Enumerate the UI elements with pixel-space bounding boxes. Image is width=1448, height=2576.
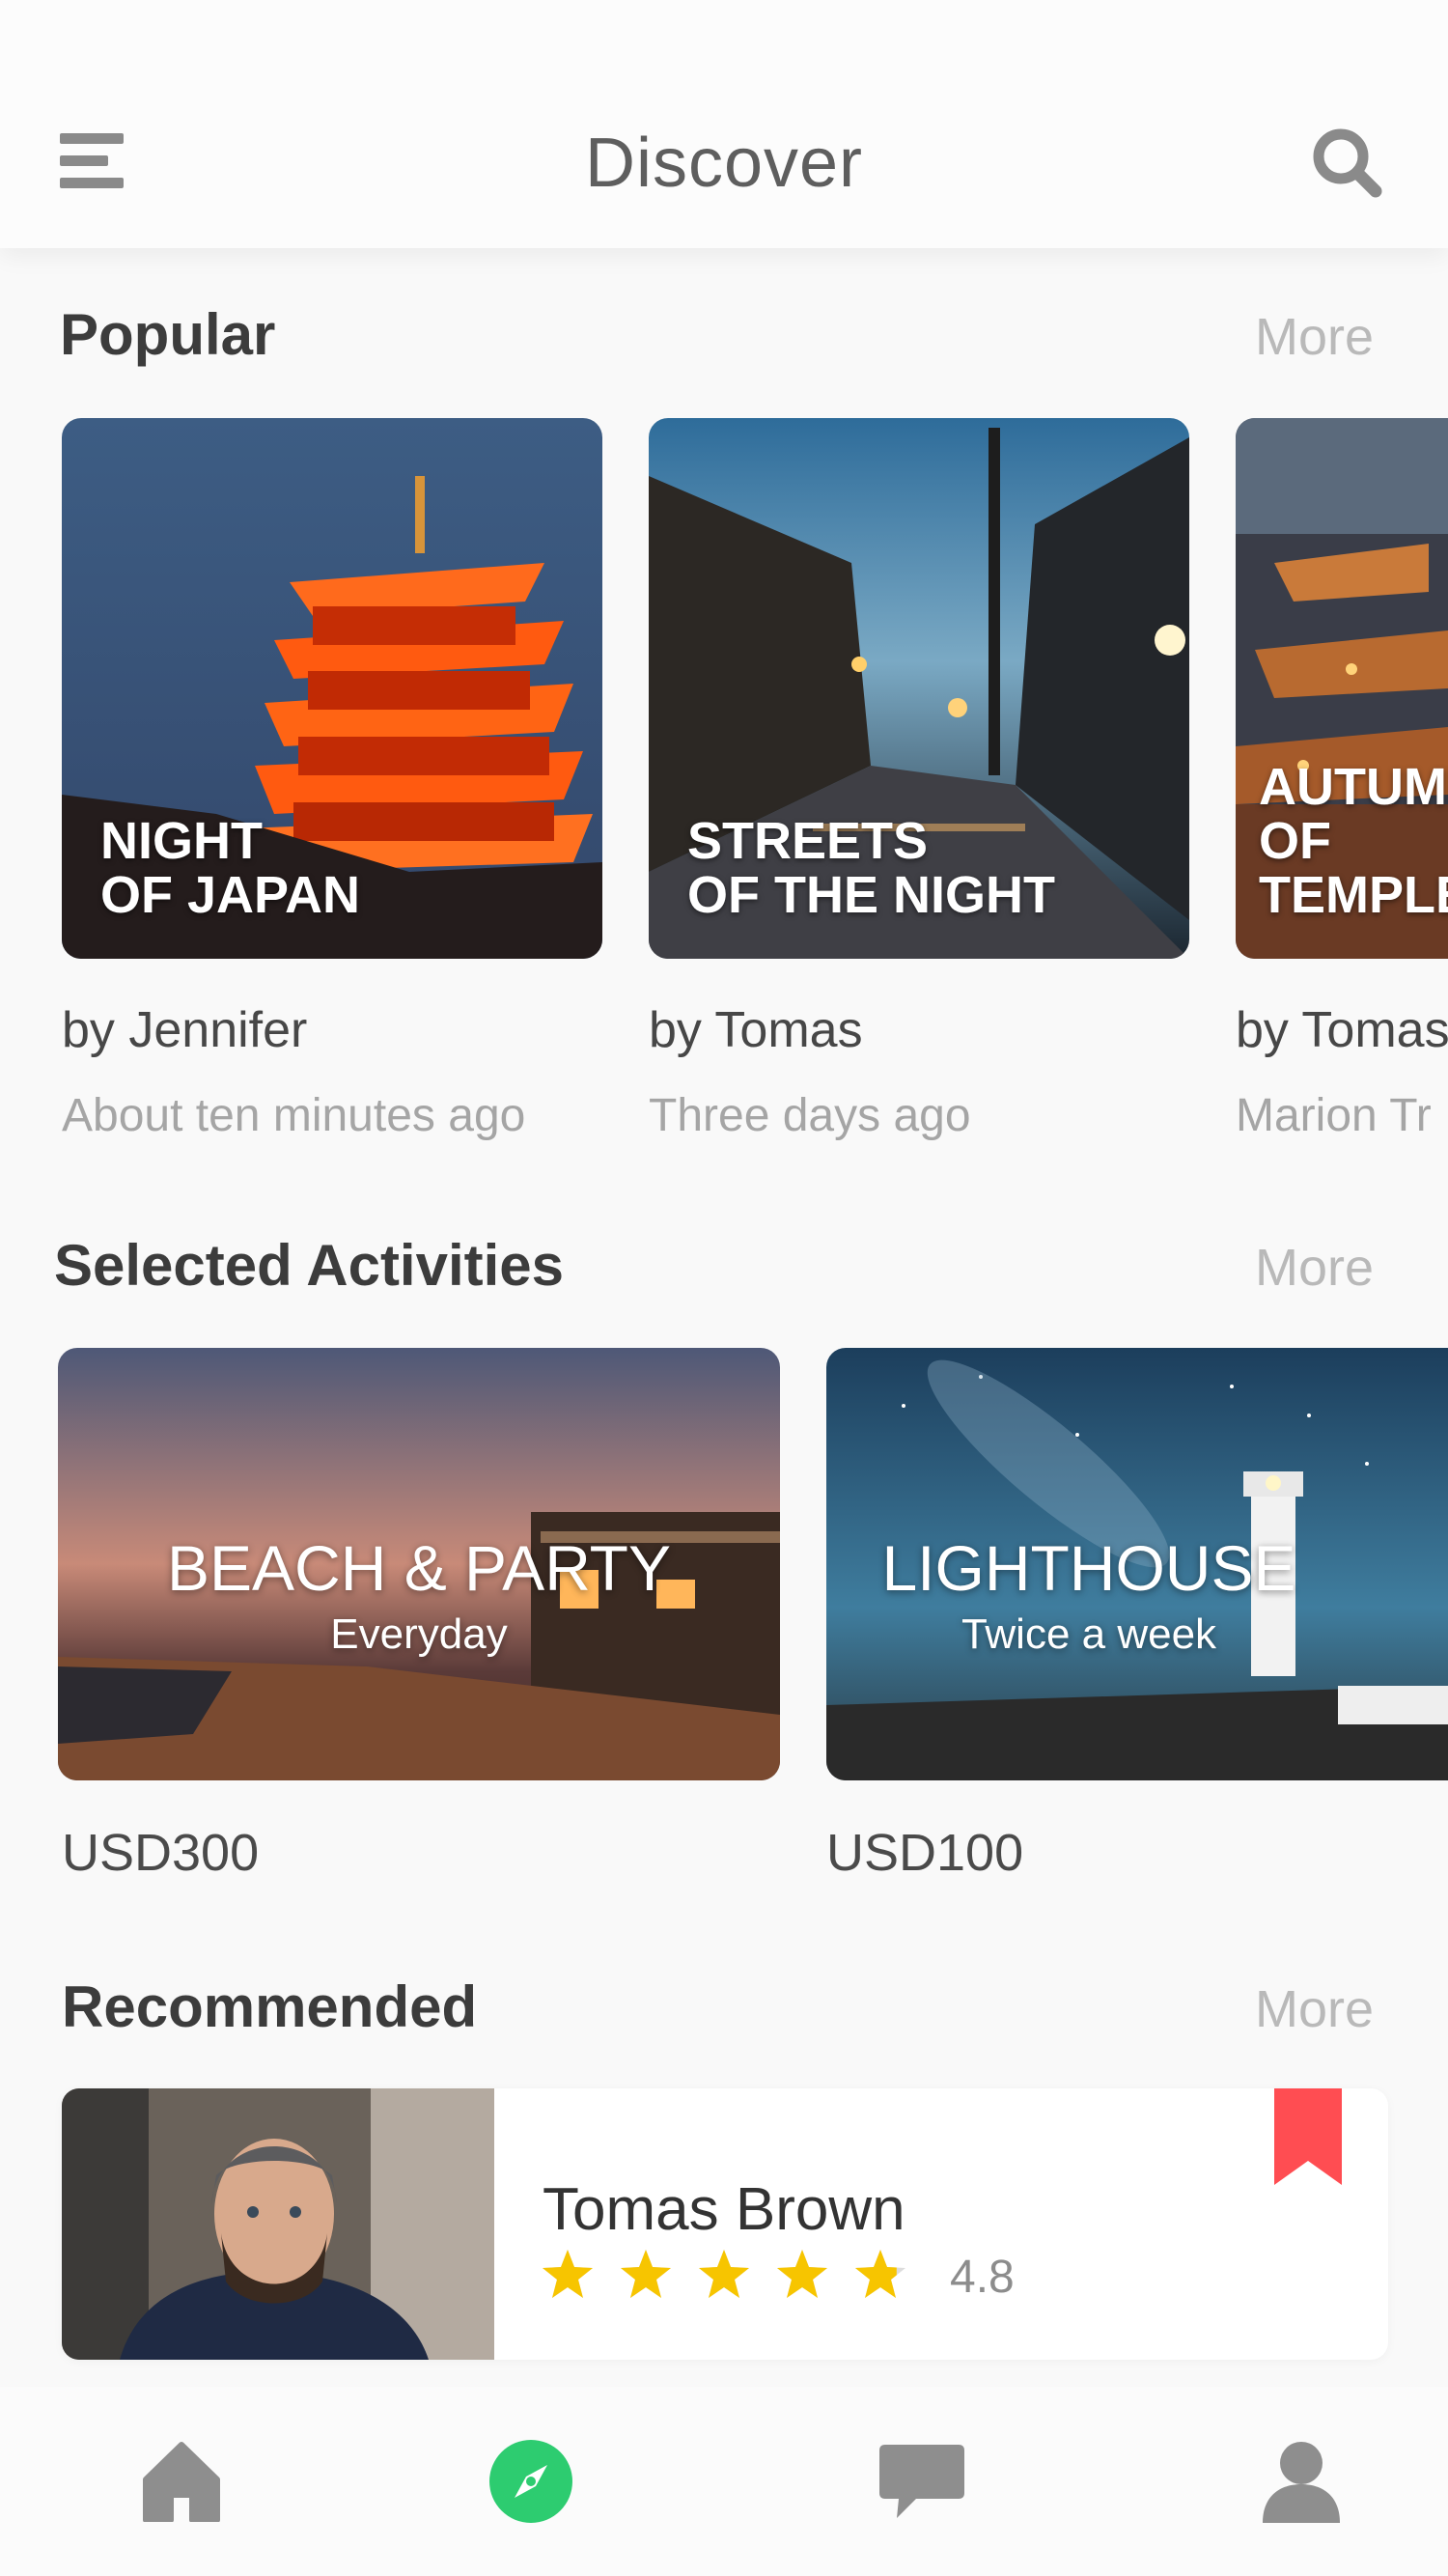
page-title: Discover	[584, 125, 864, 202]
search-icon[interactable]	[1308, 124, 1385, 201]
compass-icon	[488, 2440, 572, 2523]
popular-card-author: by Jennifer	[62, 1002, 308, 1058]
star-icon	[855, 2250, 905, 2298]
activity-card-subtitle: Everyday	[330, 1610, 508, 1658]
tab-profile[interactable]	[1120, 2387, 1448, 2576]
rating-stars	[541, 2248, 927, 2306]
star-icon	[543, 2250, 593, 2298]
avatar	[62, 2088, 494, 2360]
popular-card-time: About ten minutes ago	[62, 1090, 526, 1141]
popular-card-time: Three days ago	[649, 1090, 971, 1141]
popular-card-caption: STREETS OF THE NIGHT	[687, 812, 1055, 924]
top-navigation-bar: Discover	[0, 0, 1448, 248]
popular-card[interactable]: STREETS OF THE NIGHT	[649, 418, 1189, 959]
activity-card-title: LIGHTHOUSE	[881, 1532, 1296, 1604]
bottom-tab-bar	[0, 2387, 1448, 2576]
home-icon	[142, 2442, 220, 2522]
activity-card-price: USD300	[62, 1824, 260, 1882]
activities-more-link[interactable]: More	[1255, 1238, 1374, 1298]
activity-card-subtitle: Twice a week	[961, 1610, 1217, 1658]
tab-discover[interactable]	[349, 2387, 711, 2576]
popular-card-caption: AUTUMN OF TEMPLES	[1259, 758, 1448, 924]
popular-card-author: by Tomas	[649, 1002, 863, 1058]
activity-card[interactable]: BEACH & PARTY Everyday	[58, 1348, 780, 1780]
popular-card-author: by Tomas	[1236, 1002, 1448, 1058]
popular-card[interactable]: NIGHT OF JAPAN	[62, 418, 602, 959]
activity-card-title: BEACH & PARTY	[166, 1532, 672, 1604]
tab-home[interactable]	[0, 2387, 362, 2576]
activities-section-title: Selected Activities	[54, 1233, 565, 1298]
popular-card[interactable]: AUTUMN OF TEMPLES	[1236, 418, 1448, 959]
popular-section-title: Popular	[60, 302, 276, 367]
bookmark-icon[interactable]	[1274, 2088, 1342, 2185]
profile-icon	[1262, 2442, 1340, 2523]
popular-more-link[interactable]: More	[1255, 307, 1374, 367]
recommended-more-link[interactable]: More	[1255, 1979, 1374, 2039]
popular-card-time: Marion Tr	[1236, 1090, 1432, 1141]
chat-icon	[878, 2445, 964, 2518]
tab-messages[interactable]	[740, 2387, 1102, 2576]
recommended-card[interactable]: Tomas Brown 4.8	[62, 2088, 1388, 2360]
recommended-section-title: Recommended	[62, 1974, 478, 2039]
rating-value: 4.8	[950, 2252, 1015, 2303]
activity-card-price: USD100	[826, 1824, 1024, 1882]
recommended-name: Tomas Brown	[543, 2176, 905, 2243]
star-icon	[777, 2250, 827, 2298]
star-icon	[699, 2250, 749, 2298]
star-icon	[621, 2250, 671, 2298]
popular-card-caption: NIGHT OF JAPAN	[100, 812, 361, 924]
activity-card[interactable]: LIGHTHOUSE Twice a week	[826, 1348, 1448, 1780]
